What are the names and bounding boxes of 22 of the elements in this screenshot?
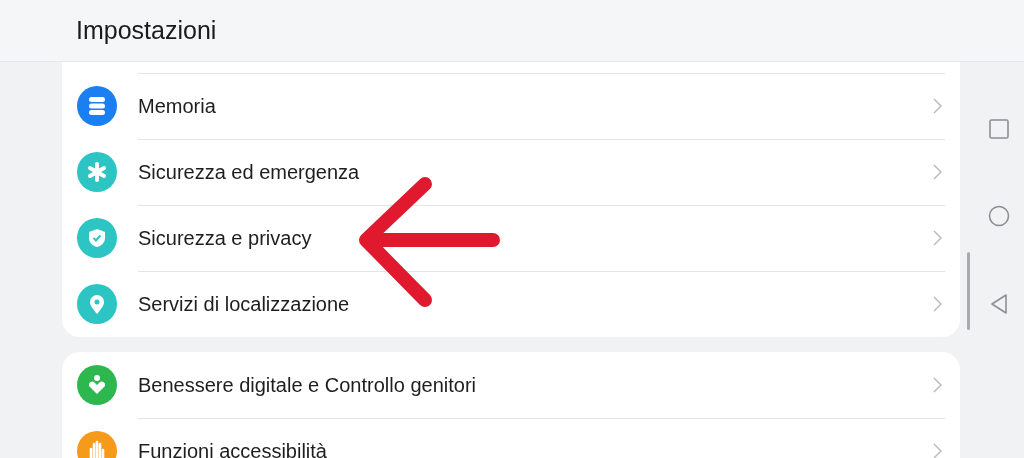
home-circle-icon[interactable]	[988, 205, 1010, 227]
chevron-icon	[933, 296, 942, 312]
item-label: Servizi di localizzazione	[138, 292, 351, 317]
settings-item[interactable]: Sicurezza e privacy	[62, 205, 960, 271]
chevron-icon	[933, 164, 942, 180]
settings-item[interactable]: Benessere digitale e Controllo genitori	[62, 352, 960, 418]
chevron-icon	[933, 98, 942, 114]
settings-item[interactable]: Funzioni accessibilità	[62, 418, 960, 458]
chevron-icon	[933, 377, 942, 393]
recents-square-icon[interactable]	[989, 119, 1009, 139]
item-label: Funzioni accessibilità	[138, 439, 328, 458]
settings-item[interactable]: Servizi di localizzazione	[62, 271, 960, 337]
settings-item[interactable]: Sicurezza ed emergenza	[62, 139, 960, 205]
item-label: Benessere digitale e Controllo genitori	[138, 373, 477, 398]
item-label: Sicurezza ed emergenza	[138, 160, 361, 185]
item-label: Memoria	[138, 94, 217, 119]
chevron-icon	[933, 230, 942, 246]
item-label: Sicurezza e privacy	[138, 226, 313, 251]
chevron-icon	[933, 443, 942, 458]
back-triangle-icon[interactable]	[990, 293, 1008, 315]
settings-item[interactable]: Memoria	[62, 73, 960, 139]
page-title: Impostazioni	[76, 14, 217, 46]
